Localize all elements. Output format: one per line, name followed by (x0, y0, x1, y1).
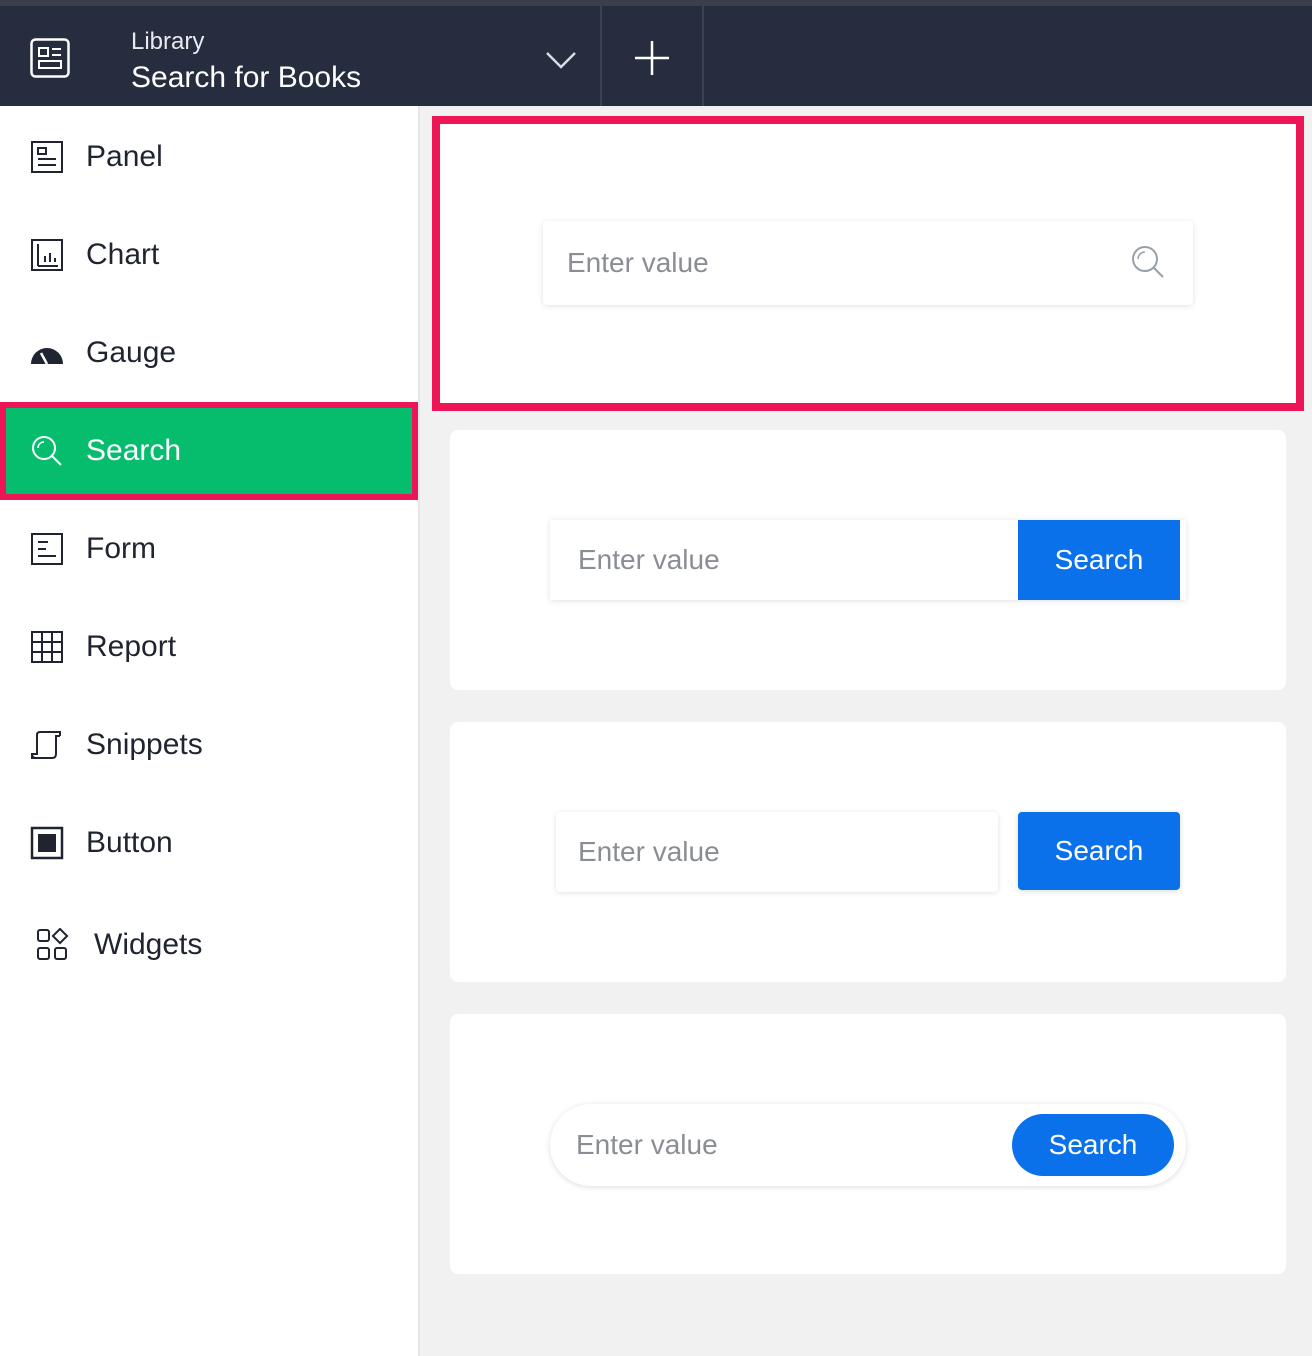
search-icon[interactable] (1131, 245, 1165, 279)
chevron-down-icon[interactable] (541, 40, 581, 80)
sidebar-item-label: Panel (86, 140, 163, 173)
toolbar-divider (702, 6, 704, 106)
sidebar-item-label: Chart (86, 238, 160, 271)
sidebar-item-widgets[interactable]: Widgets (0, 896, 420, 994)
add-icon[interactable] (632, 38, 672, 78)
sidebar-item-gauge[interactable]: Gauge (0, 304, 420, 402)
sidebar-item-report[interactable]: Report (0, 598, 420, 696)
sidebar-item-search[interactable]: Search (0, 402, 418, 500)
sidebar-item-snippets[interactable]: Snippets (0, 696, 420, 794)
breadcrumb: Library (131, 28, 205, 55)
search-variant-card-1[interactable]: Enter value (432, 116, 1304, 411)
report-grid-icon (31, 631, 63, 663)
toolbar-divider (600, 6, 602, 106)
panel-icon (31, 141, 63, 173)
button-icon (30, 826, 64, 860)
sidebar-item-panel[interactable]: Panel (0, 108, 420, 206)
search-variant-card-3: Enter value Search (450, 722, 1286, 982)
search-variant-card-4: Enter value Search (450, 1014, 1286, 1274)
sidebar-item-label: Snippets (86, 728, 203, 761)
search-variant-card-2: Enter value Search (450, 430, 1286, 690)
search-input-placeholder: Enter value (578, 544, 720, 575)
sidebar-item-label: Report (86, 630, 177, 663)
sidebar-item-chart[interactable]: Chart (0, 206, 420, 304)
search-input[interactable]: Enter value (556, 812, 998, 892)
sidebar-item-button[interactable]: Button (0, 794, 420, 892)
form-icon (31, 533, 63, 565)
sidebar-item-label: Search (86, 434, 182, 467)
chart-icon (31, 239, 63, 271)
top-bar: Library Search for Books (0, 0, 1312, 106)
search-input-placeholder: Enter value (576, 1129, 718, 1160)
widgets-icon (37, 928, 69, 960)
sidebar-item-label: Button (86, 826, 173, 859)
gauge-icon (31, 348, 63, 365)
search-button[interactable]: Search (1018, 520, 1180, 600)
search-input[interactable]: Enter value (543, 221, 1193, 305)
search-icon (32, 436, 62, 466)
search-input-placeholder: Enter value (567, 247, 709, 278)
search-button[interactable]: Search (1018, 812, 1180, 890)
page-title: Search for Books (131, 61, 362, 94)
search-button[interactable]: Search (1012, 1114, 1174, 1176)
sidebar-item-label: Form (86, 532, 156, 565)
sidebar-item-form[interactable]: Form (0, 500, 420, 598)
title-block: Library Search for Books (131, 28, 361, 98)
search-input-placeholder: Enter value (578, 836, 720, 867)
sidebar-item-label: Widgets (94, 928, 203, 961)
library-app-icon (30, 38, 70, 78)
sidebar-item-label: Gauge (86, 336, 177, 369)
sidebar: Panel Chart Gauge Search Form Report Sni… (0, 106, 420, 1356)
snippets-scroll-icon (31, 731, 61, 759)
